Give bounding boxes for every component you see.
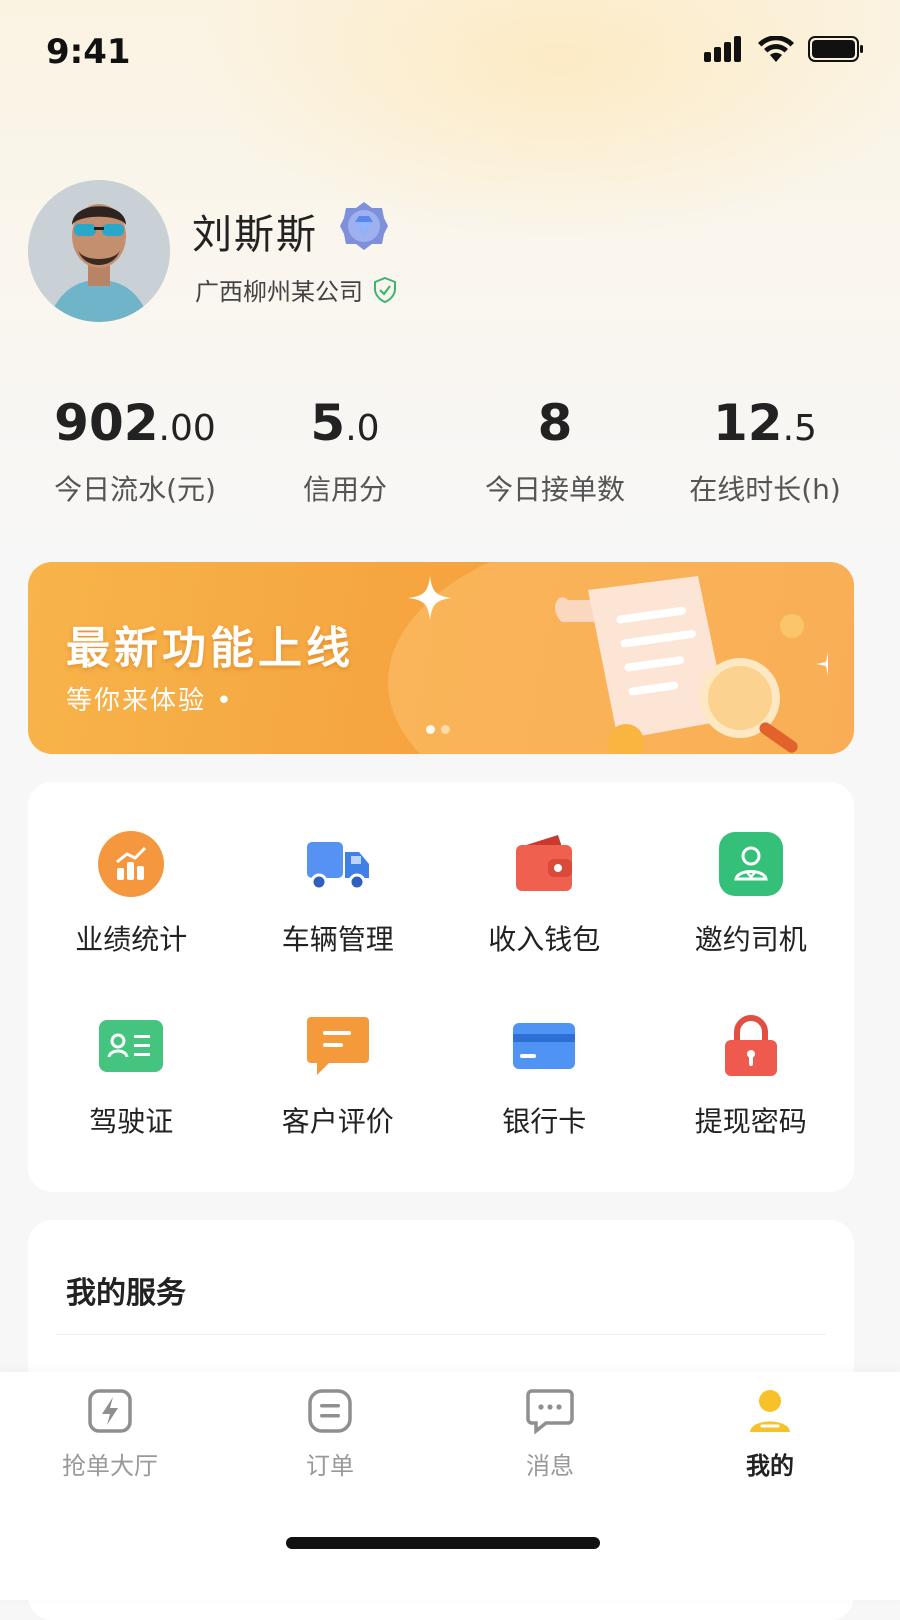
bank-card-icon <box>508 1010 580 1082</box>
company-name: 广西柳州某公司 <box>195 278 363 306</box>
stat-today-orders[interactable]: 8 今日接单数 <box>450 390 660 508</box>
promo-banner[interactable]: 最新功能上线 等你来体验 • <box>28 562 854 754</box>
wifi-icon <box>758 36 794 62</box>
menu-item-label: 客户评价 <box>281 1105 394 1138</box>
menu-item-label: 银行卡 <box>502 1105 587 1138</box>
stat-today-income[interactable]: 902.00 今日流水(元) <box>30 390 240 508</box>
banner-dot-active[interactable] <box>426 725 435 734</box>
home-indicator[interactable] <box>286 1537 600 1549</box>
stat-value-dec: .5 <box>782 408 817 449</box>
stat-credit-score[interactable]: 5.0 信用分 <box>240 390 450 508</box>
stat-label: 今日流水(元) <box>54 473 216 506</box>
status-icons <box>704 36 864 62</box>
license-card-icon <box>95 1010 167 1082</box>
menu-item-label: 车辆管理 <box>281 923 394 956</box>
menu-item-vehicle[interactable]: 车辆管理 <box>235 828 442 958</box>
menu-item-performance[interactable]: 业绩统计 <box>28 828 235 958</box>
verified-shield-icon <box>374 276 396 303</box>
services-divider <box>56 1334 826 1335</box>
menu-item-label: 收入钱包 <box>488 923 601 956</box>
stat-label: 今日接单数 <box>484 473 625 506</box>
tab-orders[interactable]: 订单 <box>220 1386 440 1481</box>
sparkle-icon <box>408 576 452 620</box>
tab-label: 我的 <box>746 1452 794 1480</box>
tab-mine[interactable]: 我的 <box>660 1386 880 1481</box>
banner-subtitle: 等你来体验 • <box>66 686 234 716</box>
tab-label: 订单 <box>306 1452 354 1480</box>
stat-value-int: 5 <box>310 394 346 452</box>
stat-value-int: 902 <box>54 394 159 452</box>
stat-value-int: 12 <box>713 394 783 452</box>
battery-icon <box>808 36 863 62</box>
receipt-magnifier-illustration <box>555 576 828 754</box>
stat-online-hours[interactable]: 12.5 在线时长(h) <box>660 390 870 508</box>
menu-item-driver-license[interactable]: 驾驶证 <box>28 1010 235 1140</box>
status-bar: 9:41 <box>0 0 900 100</box>
banner-title: 最新功能上线 <box>66 623 354 674</box>
menu-item-label: 业绩统计 <box>75 923 188 956</box>
menu-item-reviews[interactable]: 客户评价 <box>235 1010 442 1140</box>
bottom-tab-bar: 抢单大厅 订单 消息 我的 <box>0 1372 900 1600</box>
menu-item-withdraw-password[interactable]: 提现密码 <box>648 1010 855 1140</box>
status-time: 9:41 <box>46 32 131 72</box>
tab-order-hall[interactable]: 抢单大厅 <box>0 1386 220 1481</box>
menu-item-label: 邀约司机 <box>694 923 807 956</box>
services-title: 我的服务 <box>66 1276 186 1311</box>
stat-value-dec: .0 <box>345 408 380 449</box>
truck-icon <box>302 828 374 900</box>
lock-icon <box>715 1010 787 1082</box>
menu-item-label: 提现密码 <box>694 1105 807 1138</box>
tab-label: 抢单大厅 <box>62 1452 158 1480</box>
user-name: 刘斯斯 <box>192 212 318 258</box>
tab-label: 消息 <box>526 1452 574 1480</box>
banner-dot[interactable] <box>441 725 450 734</box>
comment-icon <box>302 1010 374 1082</box>
signal-icon <box>704 36 741 62</box>
stat-label: 信用分 <box>302 473 387 506</box>
wallet-icon <box>508 828 580 900</box>
order-icon <box>305 1386 355 1436</box>
lightning-icon <box>85 1386 135 1436</box>
feature-grid: 业绩统计 车辆管理 收入钱包 邀约司机 驾驶证 客户评价 银行卡 提现密码 <box>28 828 854 1140</box>
stat-value-int: 8 <box>537 394 573 452</box>
stat-value-dec: .00 <box>158 408 216 449</box>
stat-label: 在线时长(h) <box>689 473 841 506</box>
feature-grid-card: 业绩统计 车辆管理 收入钱包 邀约司机 驾驶证 客户评价 银行卡 提现密码 <box>28 782 854 1192</box>
avatar-portrait <box>28 180 170 322</box>
message-icon <box>525 1386 575 1436</box>
tab-messages[interactable]: 消息 <box>440 1386 660 1481</box>
menu-item-bank-card[interactable]: 银行卡 <box>441 1010 648 1140</box>
menu-item-invite-driver[interactable]: 邀约司机 <box>648 828 855 958</box>
chart-icon <box>95 828 167 900</box>
invite-driver-icon <box>715 828 787 900</box>
menu-item-wallet[interactable]: 收入钱包 <box>441 828 648 958</box>
stats-row: 902.00 今日流水(元) 5.0 信用分 8 今日接单数 12.5 在线时长… <box>30 390 870 508</box>
user-icon <box>745 1386 795 1436</box>
avatar[interactable] <box>28 180 170 322</box>
company-row: 广西柳州某公司 <box>195 272 397 307</box>
banner-pagination <box>426 725 450 734</box>
menu-item-label: 驾驶证 <box>89 1105 174 1138</box>
diamond-badge-icon[interactable] <box>338 200 390 252</box>
